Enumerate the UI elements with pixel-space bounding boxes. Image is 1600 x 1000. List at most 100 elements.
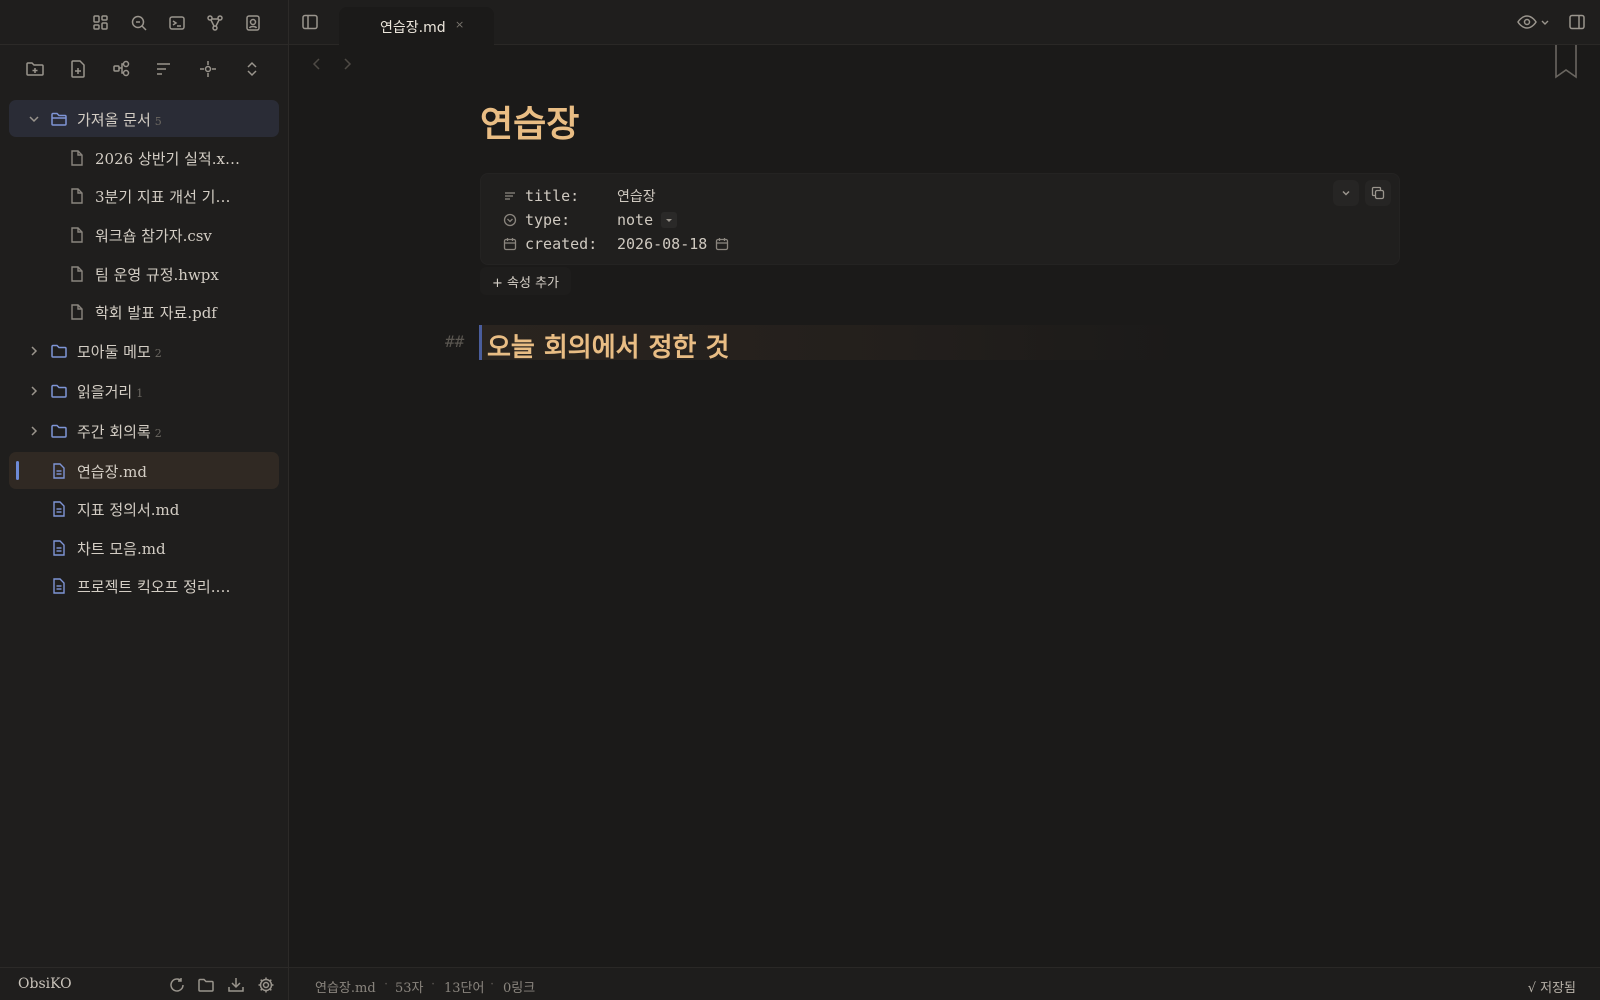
active-indicator (16, 461, 19, 480)
chevron-down-icon (1342, 190, 1350, 196)
copy-properties-button[interactable] (1365, 180, 1391, 206)
new-note-icon[interactable] (66, 57, 90, 81)
date-picker-icon[interactable] (715, 237, 729, 251)
file-icon (71, 227, 83, 243)
status-link-count: 0링크 (503, 981, 536, 996)
property-key: type: (525, 211, 571, 229)
editor-pane: 연습장 title: 연습장 type: note created: 2026-… (289, 45, 1600, 967)
folder-count: 2 (154, 427, 162, 440)
folder-count: 5 (154, 115, 162, 128)
toggle-left-sidebar-icon[interactable] (301, 13, 319, 31)
file-label: 프로젝트 킥오프 정리.… (77, 578, 231, 596)
settings-gear-icon[interactable] (256, 975, 276, 995)
refresh-icon[interactable] (167, 975, 187, 995)
tab-bar: 연습장.md × (289, 0, 1600, 45)
file-item-active[interactable]: 연습장.md (9, 452, 279, 489)
file-item[interactable]: 학회 발표 자료.pdf (9, 293, 279, 330)
back-arrow-icon[interactable] (311, 57, 323, 71)
collapse-properties-button[interactable] (1333, 180, 1359, 206)
text-lines-icon (505, 192, 515, 200)
folder-icon (51, 344, 67, 358)
search-icon[interactable] (128, 12, 150, 34)
property-row[interactable]: title: 연습장 (503, 184, 656, 208)
dashboard-icon[interactable] (90, 12, 112, 34)
heading-h2[interactable]: 오늘 회의에서 정한 것 (487, 327, 729, 364)
toggle-right-sidebar-icon[interactable] (1568, 13, 1586, 31)
folder-item[interactable]: 읽을거리 1 (9, 372, 279, 409)
download-icon[interactable] (226, 975, 246, 995)
forward-arrow-icon[interactable] (341, 57, 353, 71)
sort-tree-icon[interactable] (110, 57, 134, 81)
status-word-count: 13단어 (444, 981, 485, 996)
file-item[interactable]: 팀 운영 규정.hwpx (9, 255, 279, 292)
folder-icon[interactable] (196, 975, 216, 995)
file-label: 팀 운영 규정.hwpx (95, 266, 219, 284)
eye-icon (1517, 15, 1537, 29)
ribbon-toolbar (0, 0, 289, 45)
folder-item[interactable]: 가져올 문서 5 (9, 100, 279, 137)
collapse-all-icon[interactable] (240, 57, 264, 81)
markdown-file-icon (53, 578, 65, 594)
file-label: 2026 상반기 실적.x… (95, 150, 240, 168)
sort-order-icon[interactable] (152, 57, 176, 81)
vault-switcher[interactable]: ObsiKO (18, 976, 72, 992)
heading-marker: ## (445, 332, 465, 351)
property-key: title: (525, 187, 580, 205)
status-bar: 연습장.md · 53자 · 13단어 · 0링크 √ 저장됨 (289, 967, 1600, 1000)
sidebar-footer: ObsiKO (0, 967, 289, 1000)
file-item[interactable]: 지표 정의서.md (9, 490, 279, 527)
folder-icon (51, 424, 67, 438)
file-item[interactable]: 3분기 지표 개선 기… (9, 177, 279, 214)
markdown-file-icon (53, 463, 65, 479)
file-label: 워크숍 참가자.csv (95, 227, 212, 245)
property-value[interactable]: 연습장 (617, 186, 656, 206)
tab-close-icon[interactable]: × (455, 18, 464, 31)
file-icon (71, 150, 83, 166)
file-label: 학회 발표 자료.pdf (95, 304, 217, 322)
status-separator: · (384, 977, 389, 992)
left-sidebar: 가져올 문서 5 2026 상반기 실적.x… 3분기 지표 개선 기… 워크숍 … (0, 0, 289, 1000)
chevron-right-icon (31, 426, 38, 436)
reveal-active-file-icon[interactable] (196, 57, 220, 81)
properties-panel: title: 연습장 type: note created: 2026-08-1… (480, 173, 1400, 265)
calendar-icon (503, 238, 517, 251)
folder-count: 2 (154, 347, 162, 360)
terminal-icon[interactable] (166, 12, 188, 34)
reading-mode-toggle[interactable] (1517, 14, 1550, 30)
bookmark-icon[interactable] (1554, 45, 1578, 79)
markdown-file-icon (53, 501, 65, 517)
file-item[interactable]: 2026 상반기 실적.x… (9, 139, 279, 176)
property-value[interactable]: 2026-08-18 (617, 235, 707, 253)
file-label: 연습장.md (77, 463, 147, 481)
property-key: created: (525, 235, 598, 253)
chevron-right-icon (31, 386, 38, 396)
graph-view-icon[interactable] (204, 12, 226, 34)
file-item[interactable]: 차트 모음.md (9, 529, 279, 566)
note-title[interactable]: 연습장 (480, 95, 579, 147)
file-item[interactable]: 프로젝트 킥오프 정리.… (9, 567, 279, 604)
folder-item[interactable]: 주간 회의록 2 (9, 412, 279, 449)
status-separator: · (431, 977, 436, 992)
property-value[interactable]: note (617, 211, 653, 229)
file-icon (71, 266, 83, 282)
app-window: 가져올 문서 5 2026 상반기 실적.x… 3분기 지표 개선 기… 워크숍 … (0, 0, 1600, 1000)
select-circle-icon (503, 213, 517, 227)
folder-icon (51, 384, 67, 398)
folder-label: 주간 회의록 2 (77, 423, 162, 441)
file-item[interactable]: 워크숍 참가자.csv (9, 216, 279, 253)
file-label: 3분기 지표 개선 기… (95, 188, 231, 206)
folder-open-icon (51, 112, 67, 126)
chevron-down-icon (1541, 20, 1549, 25)
property-row[interactable]: created: 2026-08-18 (503, 232, 729, 256)
status-file-name: 연습장.md (315, 981, 376, 996)
folder-item[interactable]: 모아둘 메모 2 (9, 332, 279, 369)
tab-label: 연습장.md (380, 20, 446, 36)
add-property-button[interactable]: + 속성 추가 (480, 267, 571, 295)
file-label: 차트 모음.md (77, 540, 166, 558)
property-row[interactable]: type: note (503, 208, 678, 232)
file-label: 지표 정의서.md (77, 501, 180, 519)
new-folder-icon[interactable] (23, 57, 47, 81)
tab-active[interactable]: 연습장.md × (339, 7, 494, 45)
profile-icon[interactable] (242, 12, 264, 34)
dropdown-icon[interactable] (661, 212, 678, 228)
